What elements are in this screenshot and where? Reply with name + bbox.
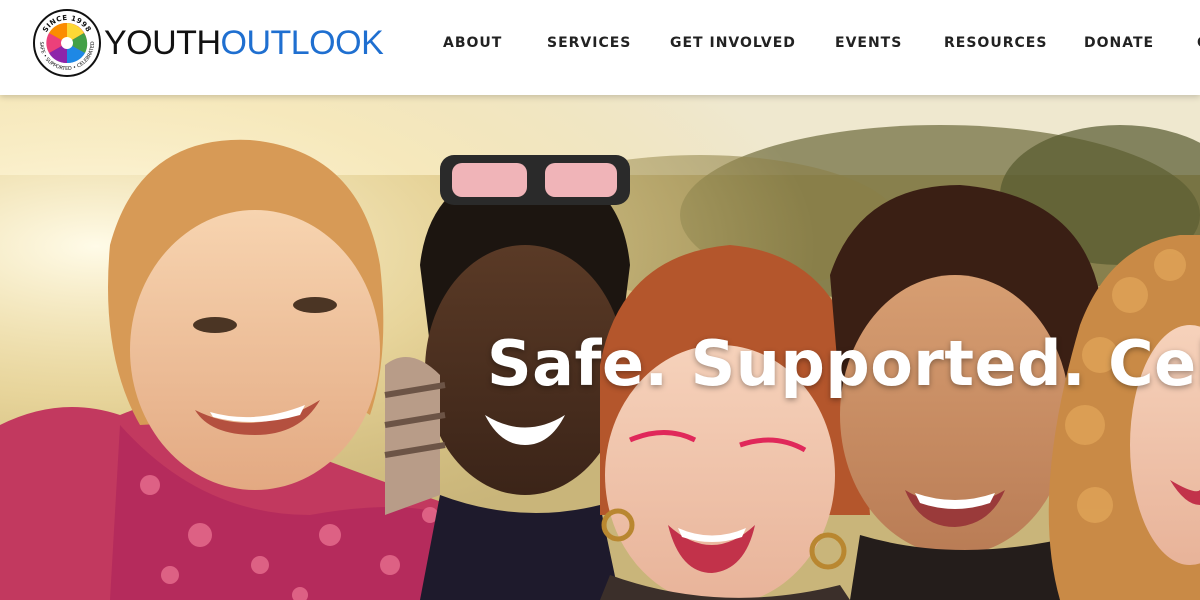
site-logo[interactable]: SINCE 1998 SAFE • SUPPORTED • CELEBRATED…	[32, 8, 384, 78]
nav-services[interactable]: SERVICES	[547, 34, 631, 52]
site-header: SINCE 1998 SAFE • SUPPORTED • CELEBRATED…	[0, 0, 1200, 95]
logo-wordmark: YOUTHOUTLOOK	[104, 24, 384, 62]
main-nav: ABOUT SERVICES GET INVOLVED EVENTS RESOU…	[443, 34, 1200, 54]
hero-headline: Safe. Supported. Celebrated.	[487, 327, 1200, 400]
nav-events[interactable]: EVENTS	[835, 34, 902, 52]
logo-word-outlook: OUTLOOK	[220, 24, 384, 62]
nav-resources[interactable]: RESOURCES	[944, 34, 1047, 52]
nav-about[interactable]: ABOUT	[443, 34, 502, 52]
logo-word-youth: YOUTH	[104, 24, 221, 62]
nav-get-involved[interactable]: GET INVOLVED	[670, 34, 796, 52]
logo-badge-icon: SINCE 1998 SAFE • SUPPORTED • CELEBRATED	[32, 8, 102, 78]
nav-donate[interactable]: DONATE	[1084, 34, 1154, 52]
hero-banner: Safe. Supported. Celebrated.	[0, 95, 1200, 600]
